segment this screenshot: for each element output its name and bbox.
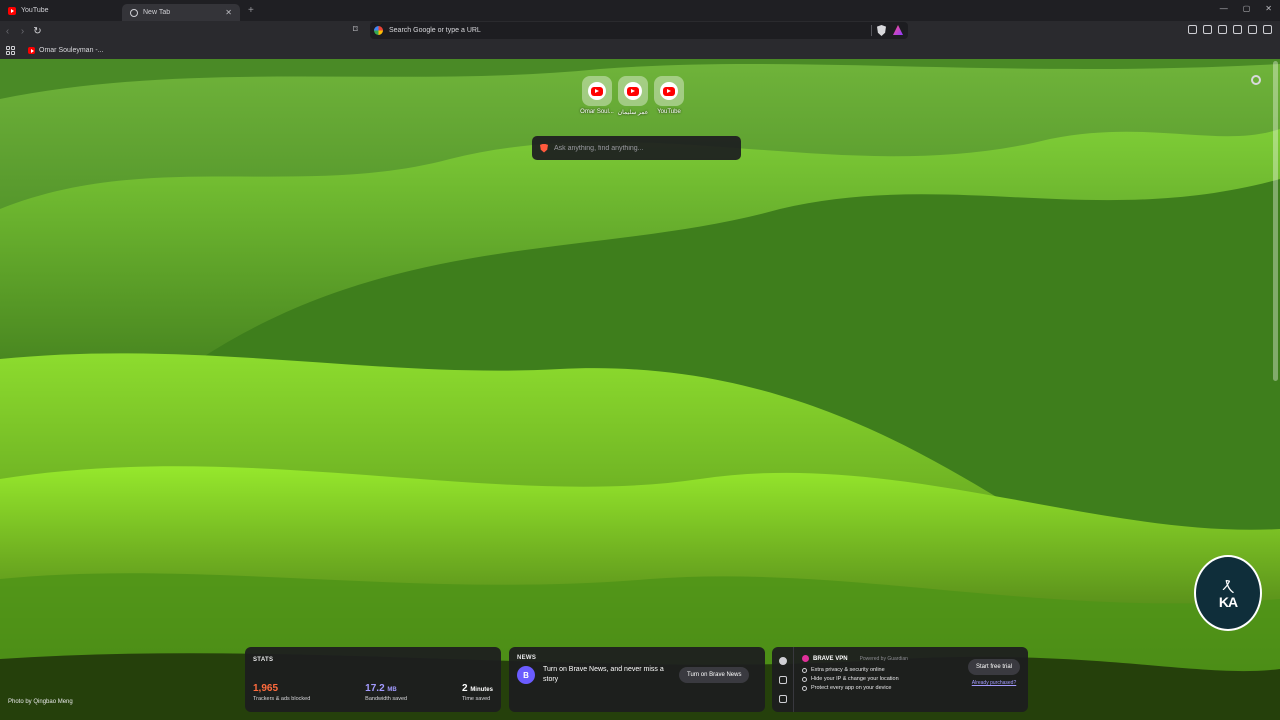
brave-icon <box>130 8 138 17</box>
toolbar-actions <box>1188 25 1272 34</box>
youtube-icon <box>8 6 16 15</box>
customize-gear-icon[interactable] <box>1251 75 1261 85</box>
bookmark-label: Omar Souleyman -... <box>39 46 104 54</box>
youtube-icon <box>28 46 35 54</box>
tab-title: YouTube <box>21 7 49 14</box>
sidebar-icon[interactable] <box>1203 25 1212 34</box>
vpn-powered: Powered by Guardian <box>859 655 908 662</box>
tile-icon-bg <box>618 76 648 106</box>
trackers-label: Trackers & ads blocked <box>253 696 311 702</box>
stat-time: 2 Minutes Time saved <box>462 683 493 702</box>
vpn-widget: BRAVE VPN Powered by Guardian Extra priv… <box>772 647 1028 712</box>
toolbar: ‹ › ↻ ⌑ Search Google or type a URL <box>0 21 1280 41</box>
stat-bandwidth: 17.2 MB Bandwidth saved <box>365 683 407 702</box>
bookmark-icon[interactable]: ⌑ <box>353 24 362 36</box>
reload-icon[interactable]: ↻ <box>30 26 45 37</box>
tile-icon-bg <box>654 76 684 106</box>
talk-tab-icon[interactable] <box>778 694 787 703</box>
tile-label: Omar Soul... <box>580 109 614 115</box>
new-tab-button[interactable]: + <box>248 5 254 16</box>
youtube-icon <box>663 86 675 96</box>
google-icon <box>374 26 383 35</box>
leo-icon[interactable] <box>1233 25 1242 34</box>
top-site-tile[interactable]: عمر سليمان <box>618 76 648 116</box>
vpn-logo-icon <box>802 655 809 662</box>
badge-monogram: KA <box>1218 594 1238 610</box>
rewards-tab-icon[interactable] <box>778 675 787 684</box>
check-icon <box>802 667 807 673</box>
vpn-tab-icon[interactable] <box>778 656 787 665</box>
check-icon <box>802 685 807 691</box>
search-input[interactable] <box>554 144 724 152</box>
stats-widget: STATS 1,965 Trackers & ads blocked 17.2 … <box>245 647 501 712</box>
turn-on-news-button[interactable]: Turn on Brave News <box>679 667 750 683</box>
time-value: 2 Minutes <box>461 683 493 694</box>
tab-youtube[interactable]: YouTube <box>0 0 118 21</box>
menu-icon[interactable] <box>1263 25 1272 34</box>
close-tab-icon[interactable]: ✕ <box>225 8 232 17</box>
brave-shields-icon[interactable] <box>877 25 886 36</box>
start-free-trial-button[interactable]: Start free trial <box>967 659 1020 675</box>
bandwidth-label: Bandwidth saved <box>365 696 408 702</box>
brave-rewards-icon[interactable] <box>893 25 903 35</box>
address-placeholder: Search Google or type a URL <box>389 27 481 34</box>
minimize-icon[interactable]: — <box>1220 4 1228 13</box>
check-icon <box>802 676 807 682</box>
top-sites: Omar Soul... عمر سليمان YouTube <box>580 76 684 116</box>
widget-switcher <box>772 647 794 712</box>
widget-title: NEWS <box>517 655 537 661</box>
new-tab-page: Omar Soul... عمر سليمان YouTube 𐦪 KA Pho… <box>0 59 1280 720</box>
forward-icon[interactable]: › <box>15 26 30 37</box>
tile-label: عمر سليمان <box>617 110 649 116</box>
apps-grid-icon[interactable] <box>6 45 15 55</box>
bookmark-item[interactable]: Omar Souleyman -... <box>28 46 104 54</box>
wallet-icon[interactable] <box>1218 25 1227 34</box>
stat-trackers: 1,965 Trackers & ads blocked <box>253 683 310 702</box>
brave-news-icon: B <box>517 666 535 684</box>
bandwidth-value: 17.2 MB <box>365 683 397 694</box>
youtube-icon <box>627 86 639 96</box>
top-site-tile[interactable]: Omar Soul... <box>580 76 614 116</box>
back-icon[interactable]: ‹ <box>0 26 15 37</box>
maximize-icon[interactable]: ▢ <box>1243 4 1251 13</box>
brave-search-icon <box>540 143 548 153</box>
tab-new-tab[interactable]: New Tab ✕ <box>122 4 240 21</box>
top-site-tile[interactable]: YouTube <box>654 76 684 116</box>
vpn-icon[interactable] <box>1248 25 1257 34</box>
news-text: Turn on Brave News, and never miss a sto… <box>543 666 664 683</box>
eagle-icon: 𐦪 <box>1223 575 1233 595</box>
tab-strip: YouTube New Tab ✕ + — ▢ ✕ <box>0 0 1280 21</box>
youtube-icon <box>591 86 603 96</box>
time-label: Time saved <box>461 696 491 702</box>
separator <box>871 25 872 36</box>
scrollbar[interactable] <box>1273 61 1278 381</box>
bookmarks-bar: Omar Souleyman -... <box>0 41 1280 59</box>
tab-title: New Tab <box>143 9 171 16</box>
search-box[interactable] <box>532 136 741 160</box>
close-window-icon[interactable]: ✕ <box>1265 4 1272 13</box>
photo-credit: Photo by Qingbao Meng <box>8 699 73 705</box>
vpn-name: BRAVE VPN <box>813 655 848 662</box>
already-purchased-link[interactable]: Already purchased? <box>972 680 1016 686</box>
tile-label: YouTube <box>657 109 681 115</box>
widget-title: STATS <box>253 657 274 663</box>
tile-icon-bg <box>582 76 612 106</box>
watermark-badge: 𐦪 KA <box>1194 555 1262 631</box>
reader-mode-icon[interactable] <box>1188 25 1197 34</box>
trackers-value: 1,965 <box>253 683 279 694</box>
address-bar[interactable]: Search Google or type a URL <box>370 22 908 39</box>
news-widget: NEWS B Turn on Brave News, and never mis… <box>509 647 765 712</box>
window-controls: — ▢ ✕ <box>1220 4 1272 13</box>
